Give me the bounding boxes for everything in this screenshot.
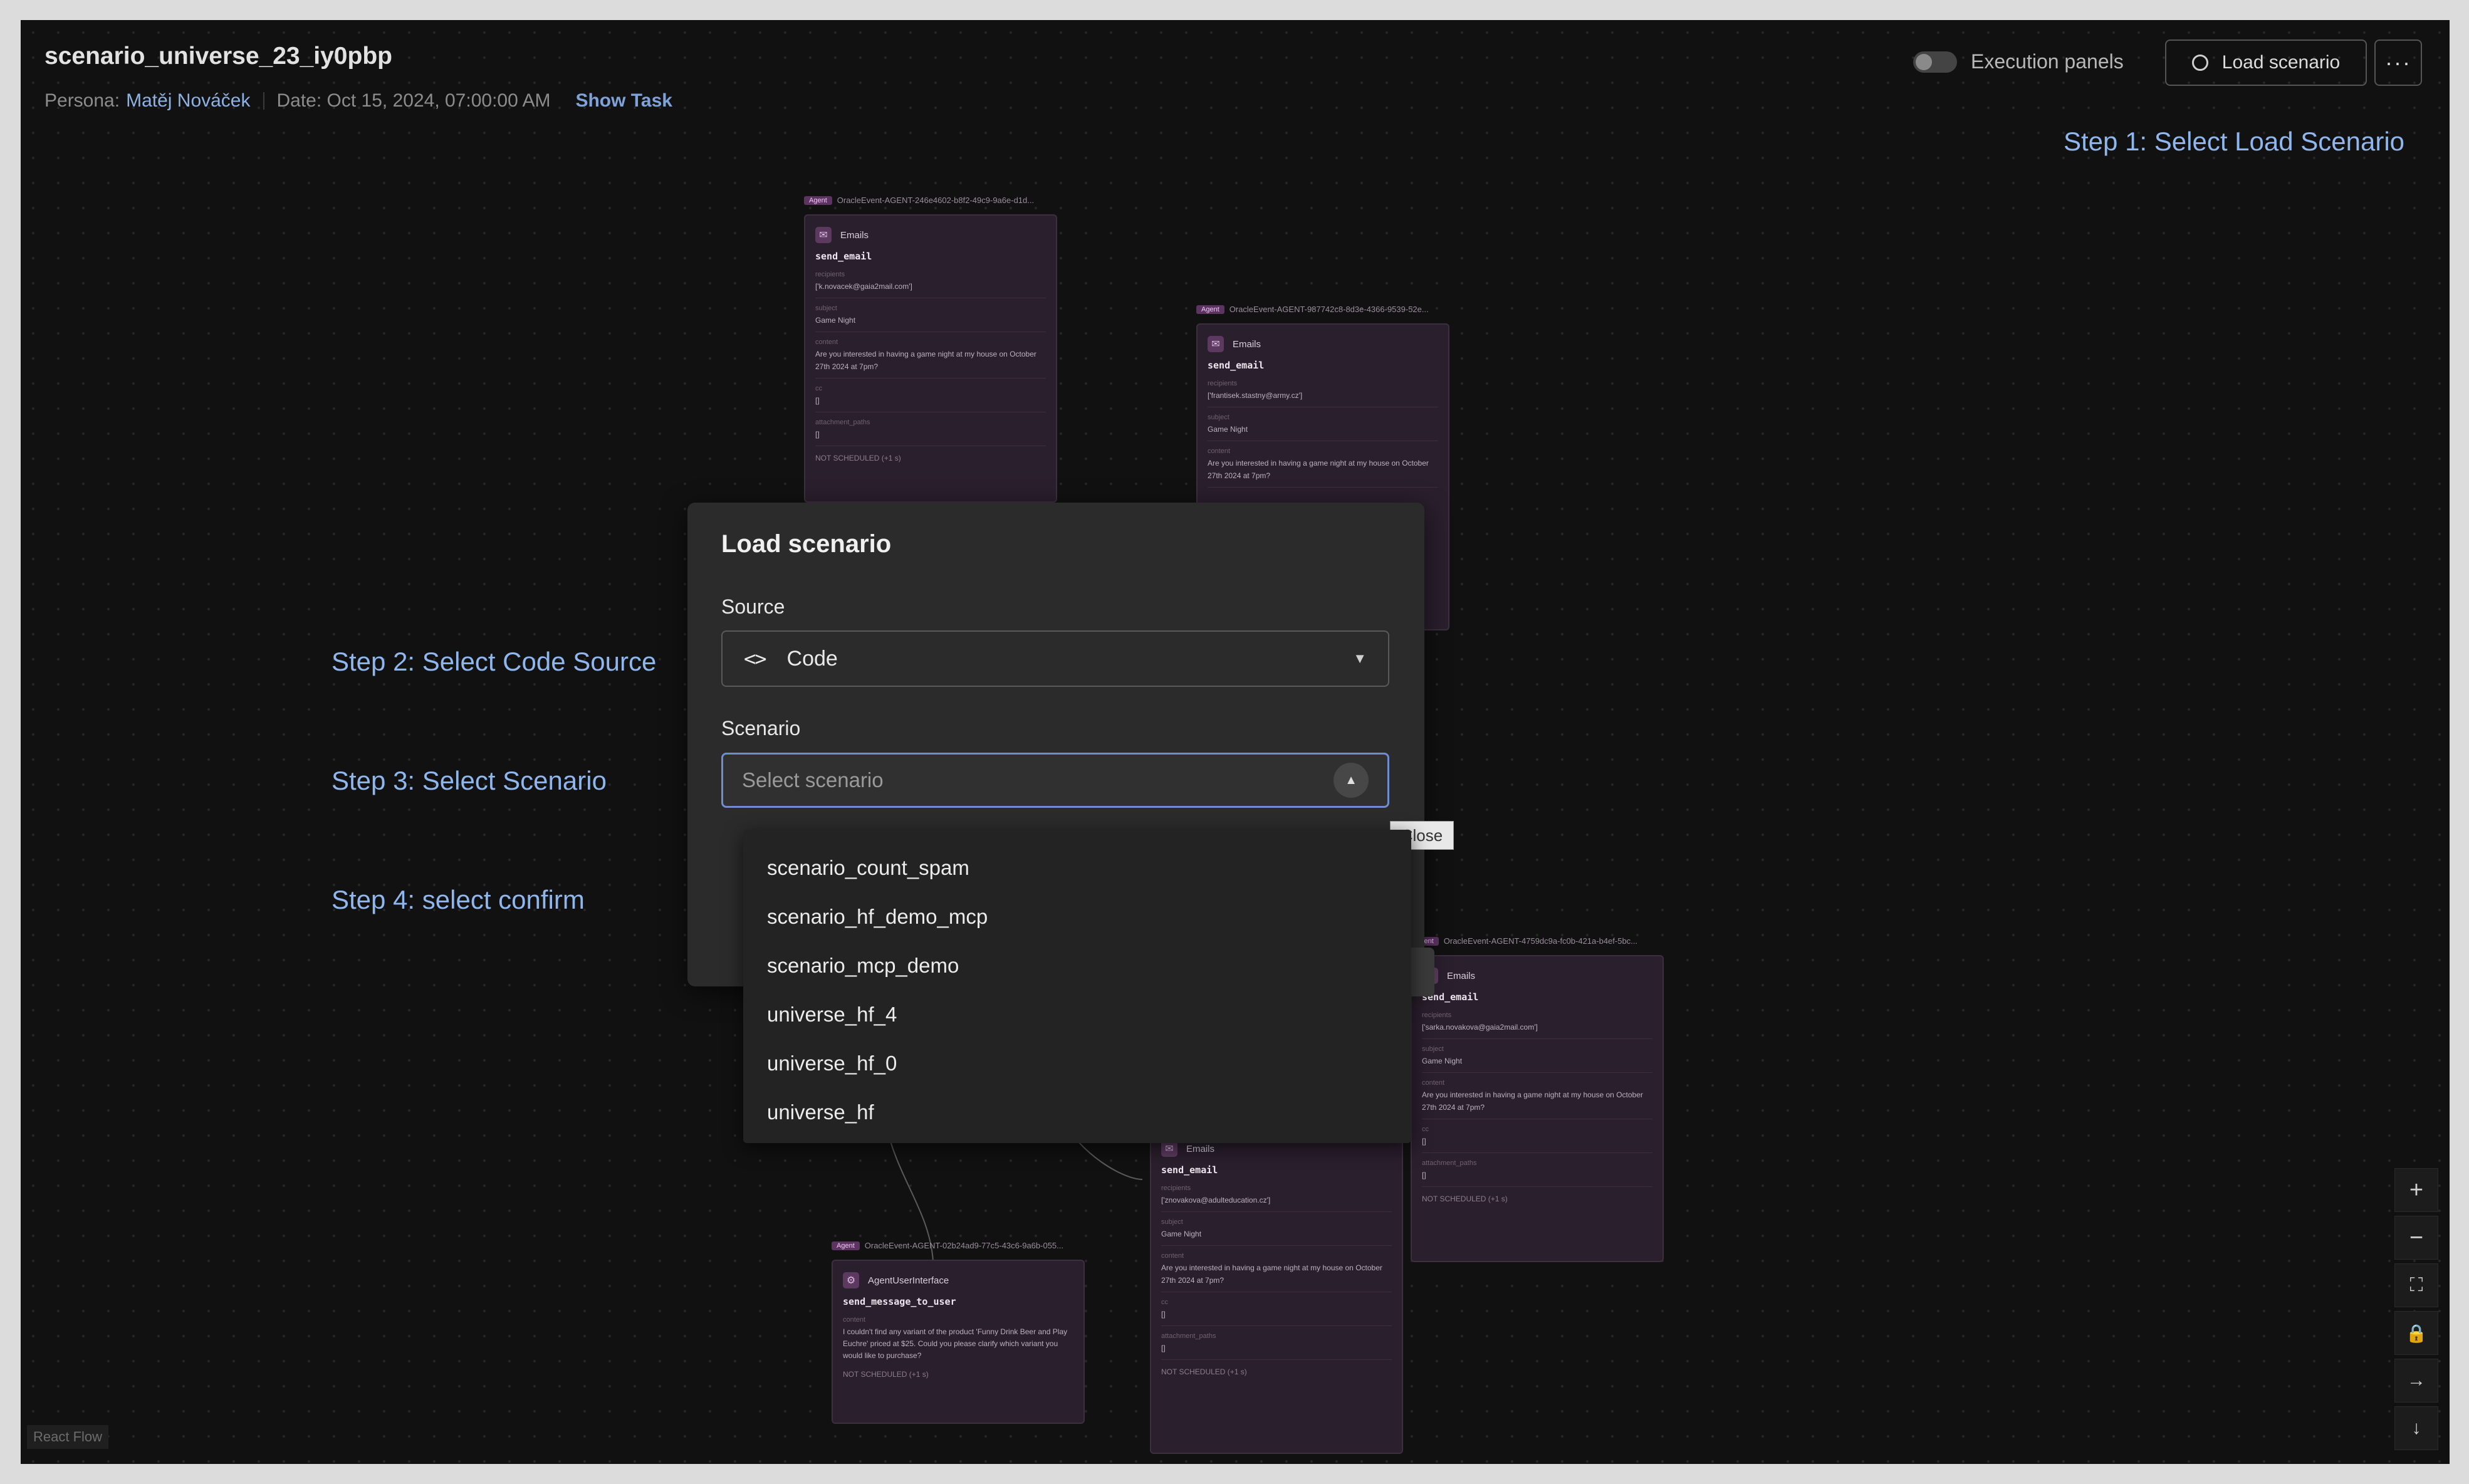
fit-view-button[interactable]: ⛶	[2394, 1263, 2438, 1307]
node-app: Emails	[1447, 970, 1476, 981]
scenario-option[interactable]: universe_hf	[743, 1088, 1411, 1137]
node-function: send_email	[1161, 1164, 1218, 1176]
field-label: cc	[1422, 1125, 1429, 1133]
scenario-placeholder: Select scenario	[742, 768, 884, 792]
field-label: attachment_paths	[1422, 1159, 1477, 1167]
robot-icon: ⚙	[843, 1272, 859, 1288]
arrow-right-button[interactable]: →	[2394, 1359, 2438, 1403]
field-label: content	[1161, 1252, 1184, 1260]
event-id: OracleEvent-AGENT-02b24ad9-77c5-43c6-9a6…	[864, 1241, 1063, 1250]
scenario-label: Scenario	[721, 717, 801, 739]
field-label: content	[1422, 1079, 1445, 1087]
field-value: Game Night	[1208, 425, 1248, 434]
field-label: recipients	[1161, 1184, 1191, 1192]
flow-node-email-4[interactable]: ✉ Emails send_email recipients ['znovakova…	[1150, 1128, 1403, 1454]
zoom-out-button[interactable]: −	[2394, 1216, 2438, 1260]
field-label: content	[843, 1316, 866, 1324]
node-agent-tag: Agent OracleEvent-AGENT-246e4602-b8f2-49…	[804, 196, 1034, 205]
node-agent-tag: Agent OracleEvent-AGENT-987742c8-8d3e-43…	[1196, 305, 1429, 314]
field-label: subject	[1161, 1218, 1183, 1226]
scenario-option[interactable]: universe_hf_0	[743, 1039, 1411, 1088]
node-status: NOT SCHEDULED (+1 s)	[843, 1369, 929, 1379]
source-select[interactable]: <> Code ▼	[721, 630, 1389, 687]
source-label: Source	[721, 595, 785, 618]
field-value: []	[1161, 1343, 1166, 1352]
flow-node-email-1[interactable]: ✉ Emails send_email recipients ['k.novacek…	[804, 214, 1057, 503]
field-label: cc	[1161, 1298, 1168, 1306]
field-label: subject	[815, 305, 837, 313]
field-value: Game Night	[815, 316, 856, 325]
node-app: Emails	[840, 229, 869, 241]
field-value: Game Night	[1422, 1057, 1463, 1066]
node-agent-tag: Agent OracleEvent-AGENT-4759dc9a-fc0b-42…	[1411, 936, 1637, 946]
code-icon: <>	[744, 647, 767, 671]
scenario-option[interactable]: scenario_hf_demo_mcp	[743, 892, 1411, 941]
node-status: NOT SCHEDULED (+1 s)	[1161, 1367, 1247, 1377]
node-function: send_email	[815, 251, 872, 262]
modal-title: Load scenario	[721, 530, 892, 558]
field-value: Are you interested in having a game nigh…	[1422, 1090, 1643, 1112]
field-label: recipients	[815, 271, 845, 278]
field-value: I couldn't find any variant of the produ…	[843, 1327, 1068, 1361]
node-function: send_email	[1422, 991, 1479, 1003]
event-id: OracleEvent-AGENT-4759dc9a-fc0b-421a-b4e…	[1443, 936, 1638, 946]
field-label: attachment_paths	[815, 418, 870, 426]
source-value: Code	[786, 646, 838, 671]
field-label: attachment_paths	[1161, 1332, 1216, 1340]
node-app: Emails	[1186, 1143, 1215, 1154]
node-agent-tag: Agent OracleEvent-AGENT-02b24ad9-77c5-43…	[832, 1241, 1063, 1250]
field-value: ['k.novacek@gaia2mail.com']	[815, 282, 912, 291]
app-canvas: scenario_universe_23_iy0pbp Persona: Mat…	[21, 20, 2450, 1464]
mail-icon: ✉	[1208, 336, 1224, 352]
react-flow-attribution[interactable]: React Flow	[27, 1425, 109, 1449]
scenario-options-list: scenario_count_spam scenario_hf_demo_mcp…	[743, 830, 1411, 1143]
chevron-down-icon: ▼	[1353, 651, 1367, 666]
zoom-in-button[interactable]: +	[2394, 1168, 2438, 1212]
field-value: Are you interested in having a game nigh…	[815, 350, 1036, 371]
field-label: recipients	[1208, 380, 1238, 387]
node-status: NOT SCHEDULED (+1 s)	[815, 454, 901, 463]
field-value: []	[1422, 1170, 1426, 1179]
agent-pill: Agent	[832, 1241, 860, 1250]
field-value: []	[1422, 1136, 1426, 1146]
field-label: content	[1208, 447, 1231, 456]
field-value: []	[815, 395, 820, 405]
lock-button[interactable]: 🔒	[2394, 1311, 2438, 1355]
field-value: ['frantisek.stastny@army.cz']	[1208, 391, 1303, 400]
field-label: subject	[1422, 1045, 1444, 1053]
scenario-option[interactable]: scenario_count_spam	[743, 844, 1411, 892]
flow-node-agent-ui[interactable]: ⚙ AgentUserInterface send_message_to_user…	[832, 1260, 1085, 1424]
field-label: cc	[815, 384, 822, 392]
field-value: Game Night	[1161, 1230, 1202, 1239]
node-app: AgentUserInterface	[868, 1275, 949, 1286]
node-status: NOT SCHEDULED (+1 s)	[1422, 1194, 1508, 1204]
field-value: ['sarka.novakova@gaia2mail.com']	[1422, 1023, 1538, 1032]
edge	[885, 1122, 934, 1262]
node-app: Emails	[1233, 338, 1261, 350]
agent-pill: Agent	[804, 196, 832, 205]
field-label: content	[815, 338, 838, 347]
event-id: OracleEvent-AGENT-246e4602-b8f2-49c9-9a6…	[837, 196, 1035, 205]
node-function: send_email	[1208, 360, 1265, 371]
agent-pill: Agent	[1196, 305, 1224, 314]
node-function: send_message_to_user	[843, 1296, 956, 1307]
flow-node-email-3[interactable]: ✉Emails send_email recipients['sarka.nov…	[1411, 955, 1664, 1262]
mail-icon: ✉	[815, 227, 832, 243]
field-label: recipients	[1422, 1011, 1452, 1019]
field-label: subject	[1208, 414, 1229, 422]
field-value: ['znovakova@adulteducation.cz']	[1161, 1196, 1271, 1204]
arrow-down-button[interactable]: ↓	[2394, 1406, 2438, 1450]
scenario-select-input[interactable]: Select scenario ▲	[721, 753, 1389, 808]
event-id: OracleEvent-AGENT-987742c8-8d3e-4366-953…	[1229, 305, 1429, 314]
field-value: Are you interested in having a game nigh…	[1161, 1263, 1382, 1285]
scenario-option[interactable]: universe_hf_4	[743, 990, 1411, 1039]
field-value: Are you interested in having a game nigh…	[1208, 459, 1429, 480]
field-value: []	[815, 429, 820, 439]
field-value: []	[1161, 1309, 1166, 1319]
chevron-up-icon[interactable]: ▲	[1334, 763, 1369, 798]
scenario-option[interactable]: scenario_mcp_demo	[743, 941, 1411, 990]
